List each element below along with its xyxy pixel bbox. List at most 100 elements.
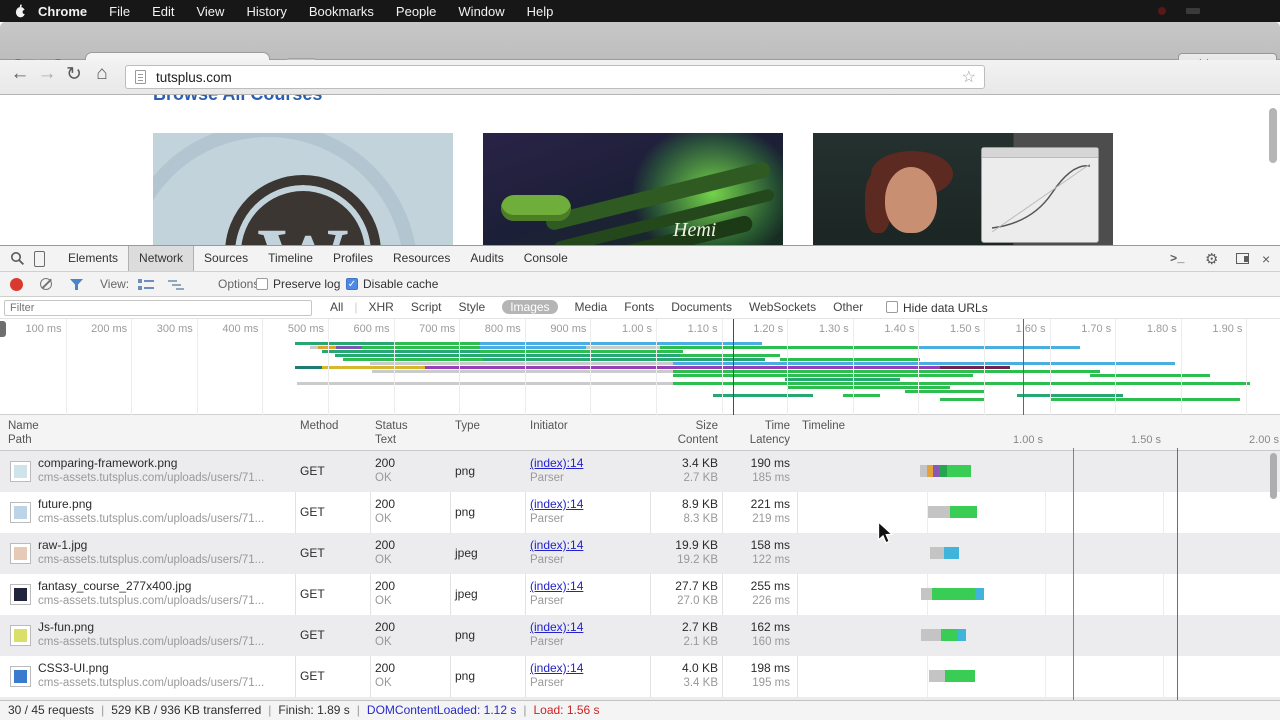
filter-type-script[interactable]: Script <box>411 300 442 314</box>
overview-bar <box>780 358 920 361</box>
request-name[interactable]: fantasy_course_277x400.jpg <box>38 579 191 594</box>
menu-item-file[interactable]: File <box>98 4 141 19</box>
menu-item-bookmarks[interactable]: Bookmarks <box>298 4 385 19</box>
initiator-link[interactable]: (index):14 <box>530 497 645 512</box>
menubar-status-icon[interactable] <box>1158 7 1166 15</box>
reload-button[interactable]: ↻ <box>62 63 86 86</box>
ruler-label: 1.10 s <box>687 323 718 335</box>
home-button[interactable]: ⌂ <box>90 63 114 85</box>
initiator-link[interactable]: (index):14 <box>530 538 645 553</box>
preserve-log-checkbox[interactable] <box>256 278 268 290</box>
filter-type-xhr[interactable]: XHR <box>368 300 393 314</box>
menubar-battery-icon[interactable] <box>1186 8 1200 14</box>
filter-type-images[interactable]: Images <box>502 300 558 314</box>
devtools-tab-resources[interactable]: Resources <box>383 246 460 271</box>
address-bar[interactable]: tutsplus.com ☆ <box>125 65 985 89</box>
clear-icon[interactable] <box>40 278 52 290</box>
table-row[interactable]: comparing-framework.png cms-assets.tutsp… <box>0 451 1280 492</box>
request-name[interactable]: future.png <box>38 497 92 512</box>
menu-item-edit[interactable]: Edit <box>141 4 185 19</box>
size-cell: 3.4 KB 2.7 KB <box>681 456 718 484</box>
table-scrollbar[interactable] <box>1270 453 1277 499</box>
table-header[interactable]: Name Path Method Status Text Type Initiator Siz… <box>0 415 1280 451</box>
forward-button[interactable]: → <box>35 63 59 85</box>
device-mode-icon[interactable] <box>34 251 45 267</box>
column-header-size[interactable]: Size Content <box>650 419 718 447</box>
filter-type-other[interactable]: Other <box>833 300 863 314</box>
record-button[interactable] <box>10 278 23 291</box>
devtools-tab-timeline[interactable]: Timeline <box>258 246 323 271</box>
course-image-photoshop[interactable] <box>813 133 1113 245</box>
apple-icon[interactable] <box>14 4 27 18</box>
request-name[interactable]: raw-1.jpg <box>38 538 87 553</box>
menu-item-people[interactable]: People <box>385 4 447 19</box>
course-image-wordpress[interactable]: W <box>153 133 453 245</box>
request-name[interactable]: CSS3-UI.png <box>38 661 109 676</box>
devtools-tab-network[interactable]: Network <box>128 246 195 271</box>
column-header-initiator[interactable]: Initiator <box>530 419 645 433</box>
preserve-log-label[interactable]: Preserve log <box>273 277 340 291</box>
view-list-icon[interactable] <box>138 279 154 291</box>
disable-cache-checkbox[interactable]: ✓ <box>346 278 358 290</box>
initiator-link[interactable]: (index):14 <box>530 456 645 471</box>
filter-funnel-icon[interactable] <box>70 279 83 291</box>
dock-side-icon[interactable] <box>1236 253 1249 264</box>
ruler-label: 1.00 s <box>622 323 652 335</box>
url-text[interactable]: tutsplus.com <box>156 70 962 85</box>
filter-type-fonts[interactable]: Fonts <box>624 300 654 314</box>
hide-data-urls-checkbox[interactable] <box>886 301 898 313</box>
devtools-close-icon[interactable]: × <box>1262 251 1270 267</box>
column-header-method[interactable]: Method <box>300 419 362 433</box>
filter-type-media[interactable]: Media <box>575 300 608 314</box>
search-icon[interactable] <box>10 251 25 266</box>
back-button[interactable]: ← <box>8 63 32 85</box>
initiator-link[interactable]: (index):14 <box>530 579 645 594</box>
filter-type-websockets[interactable]: WebSockets <box>749 300 816 314</box>
ruler-handle[interactable] <box>0 321 6 337</box>
table-row[interactable]: Js-fun.png cms-assets.tutsplus.com/uploa… <box>0 615 1280 656</box>
filter-type-style[interactable]: Style <box>459 300 486 314</box>
devtools-tab-audits[interactable]: Audits <box>460 246 513 271</box>
devtools-tab-console[interactable]: Console <box>514 246 578 271</box>
column-header-status[interactable]: Status Text <box>375 419 445 447</box>
table-row[interactable]: CSS3-UI.png cms-assets.tutsplus.com/uplo… <box>0 656 1280 697</box>
menu-item-history[interactable]: History <box>235 4 297 19</box>
table-red-line <box>1073 448 1074 701</box>
size-cell: 4.0 KB 3.4 KB <box>681 661 718 689</box>
network-overview[interactable] <box>0 339 1280 415</box>
devtools-tab-elements[interactable]: Elements <box>58 246 128 271</box>
filter-input[interactable] <box>4 300 312 316</box>
initiator-link[interactable]: (index):14 <box>530 661 645 676</box>
menu-item-chrome[interactable]: Chrome <box>27 4 98 19</box>
disable-cache-label[interactable]: Disable cache <box>363 277 438 291</box>
page-heading-link[interactable]: Browse All Courses <box>153 95 322 105</box>
devtools-tab-profiles[interactable]: Profiles <box>323 246 383 271</box>
menu-item-help[interactable]: Help <box>516 4 565 19</box>
view-overview-icon[interactable] <box>168 279 184 291</box>
column-header-time[interactable]: Time Latency <box>722 419 790 447</box>
initiator-link[interactable]: (index):14 <box>530 620 645 635</box>
devtools-tab-sources[interactable]: Sources <box>194 246 258 271</box>
timeline-ruler[interactable]: 100 ms 200 ms 300 ms 400 ms 500 ms 600 ms 700 … <box>0 319 1280 339</box>
menu-item-view[interactable]: View <box>185 4 235 19</box>
console-drawer-icon[interactable]: >_ <box>1170 252 1184 266</box>
hide-data-urls-label[interactable]: Hide data URLs <box>903 301 988 315</box>
file-thumbnail <box>10 666 31 687</box>
bookmark-star-icon[interactable]: ☆ <box>962 67 976 87</box>
filter-type-all[interactable]: All <box>330 300 343 314</box>
page-scrollbar[interactable] <box>1269 108 1277 163</box>
request-name[interactable]: comparing-framework.png <box>38 456 177 471</box>
initiator-cell: (index):14 Parser <box>530 574 645 609</box>
menu-item-window[interactable]: Window <box>447 4 515 19</box>
table-row[interactable]: fantasy_course_277x400.jpg cms-assets.tu… <box>0 574 1280 615</box>
column-header-type[interactable]: Type <box>455 419 520 433</box>
column-header-name[interactable]: Name Path <box>8 419 293 447</box>
request-name[interactable]: Js-fun.png <box>38 620 94 635</box>
table-row[interactable]: raw-1.jpg cms-assets.tutsplus.com/upload… <box>0 533 1280 574</box>
column-header-timeline[interactable]: Timeline <box>802 419 882 433</box>
course-image-fantasy[interactable]: Hemi <box>483 133 783 245</box>
request-path: cms-assets.tutsplus.com/uploads/users/71… <box>38 595 265 607</box>
filter-type-documents[interactable]: Documents <box>671 300 732 314</box>
table-row[interactable]: future.png cms-assets.tutsplus.com/uploa… <box>0 492 1280 533</box>
settings-gear-icon[interactable]: ⚙ <box>1205 250 1218 268</box>
